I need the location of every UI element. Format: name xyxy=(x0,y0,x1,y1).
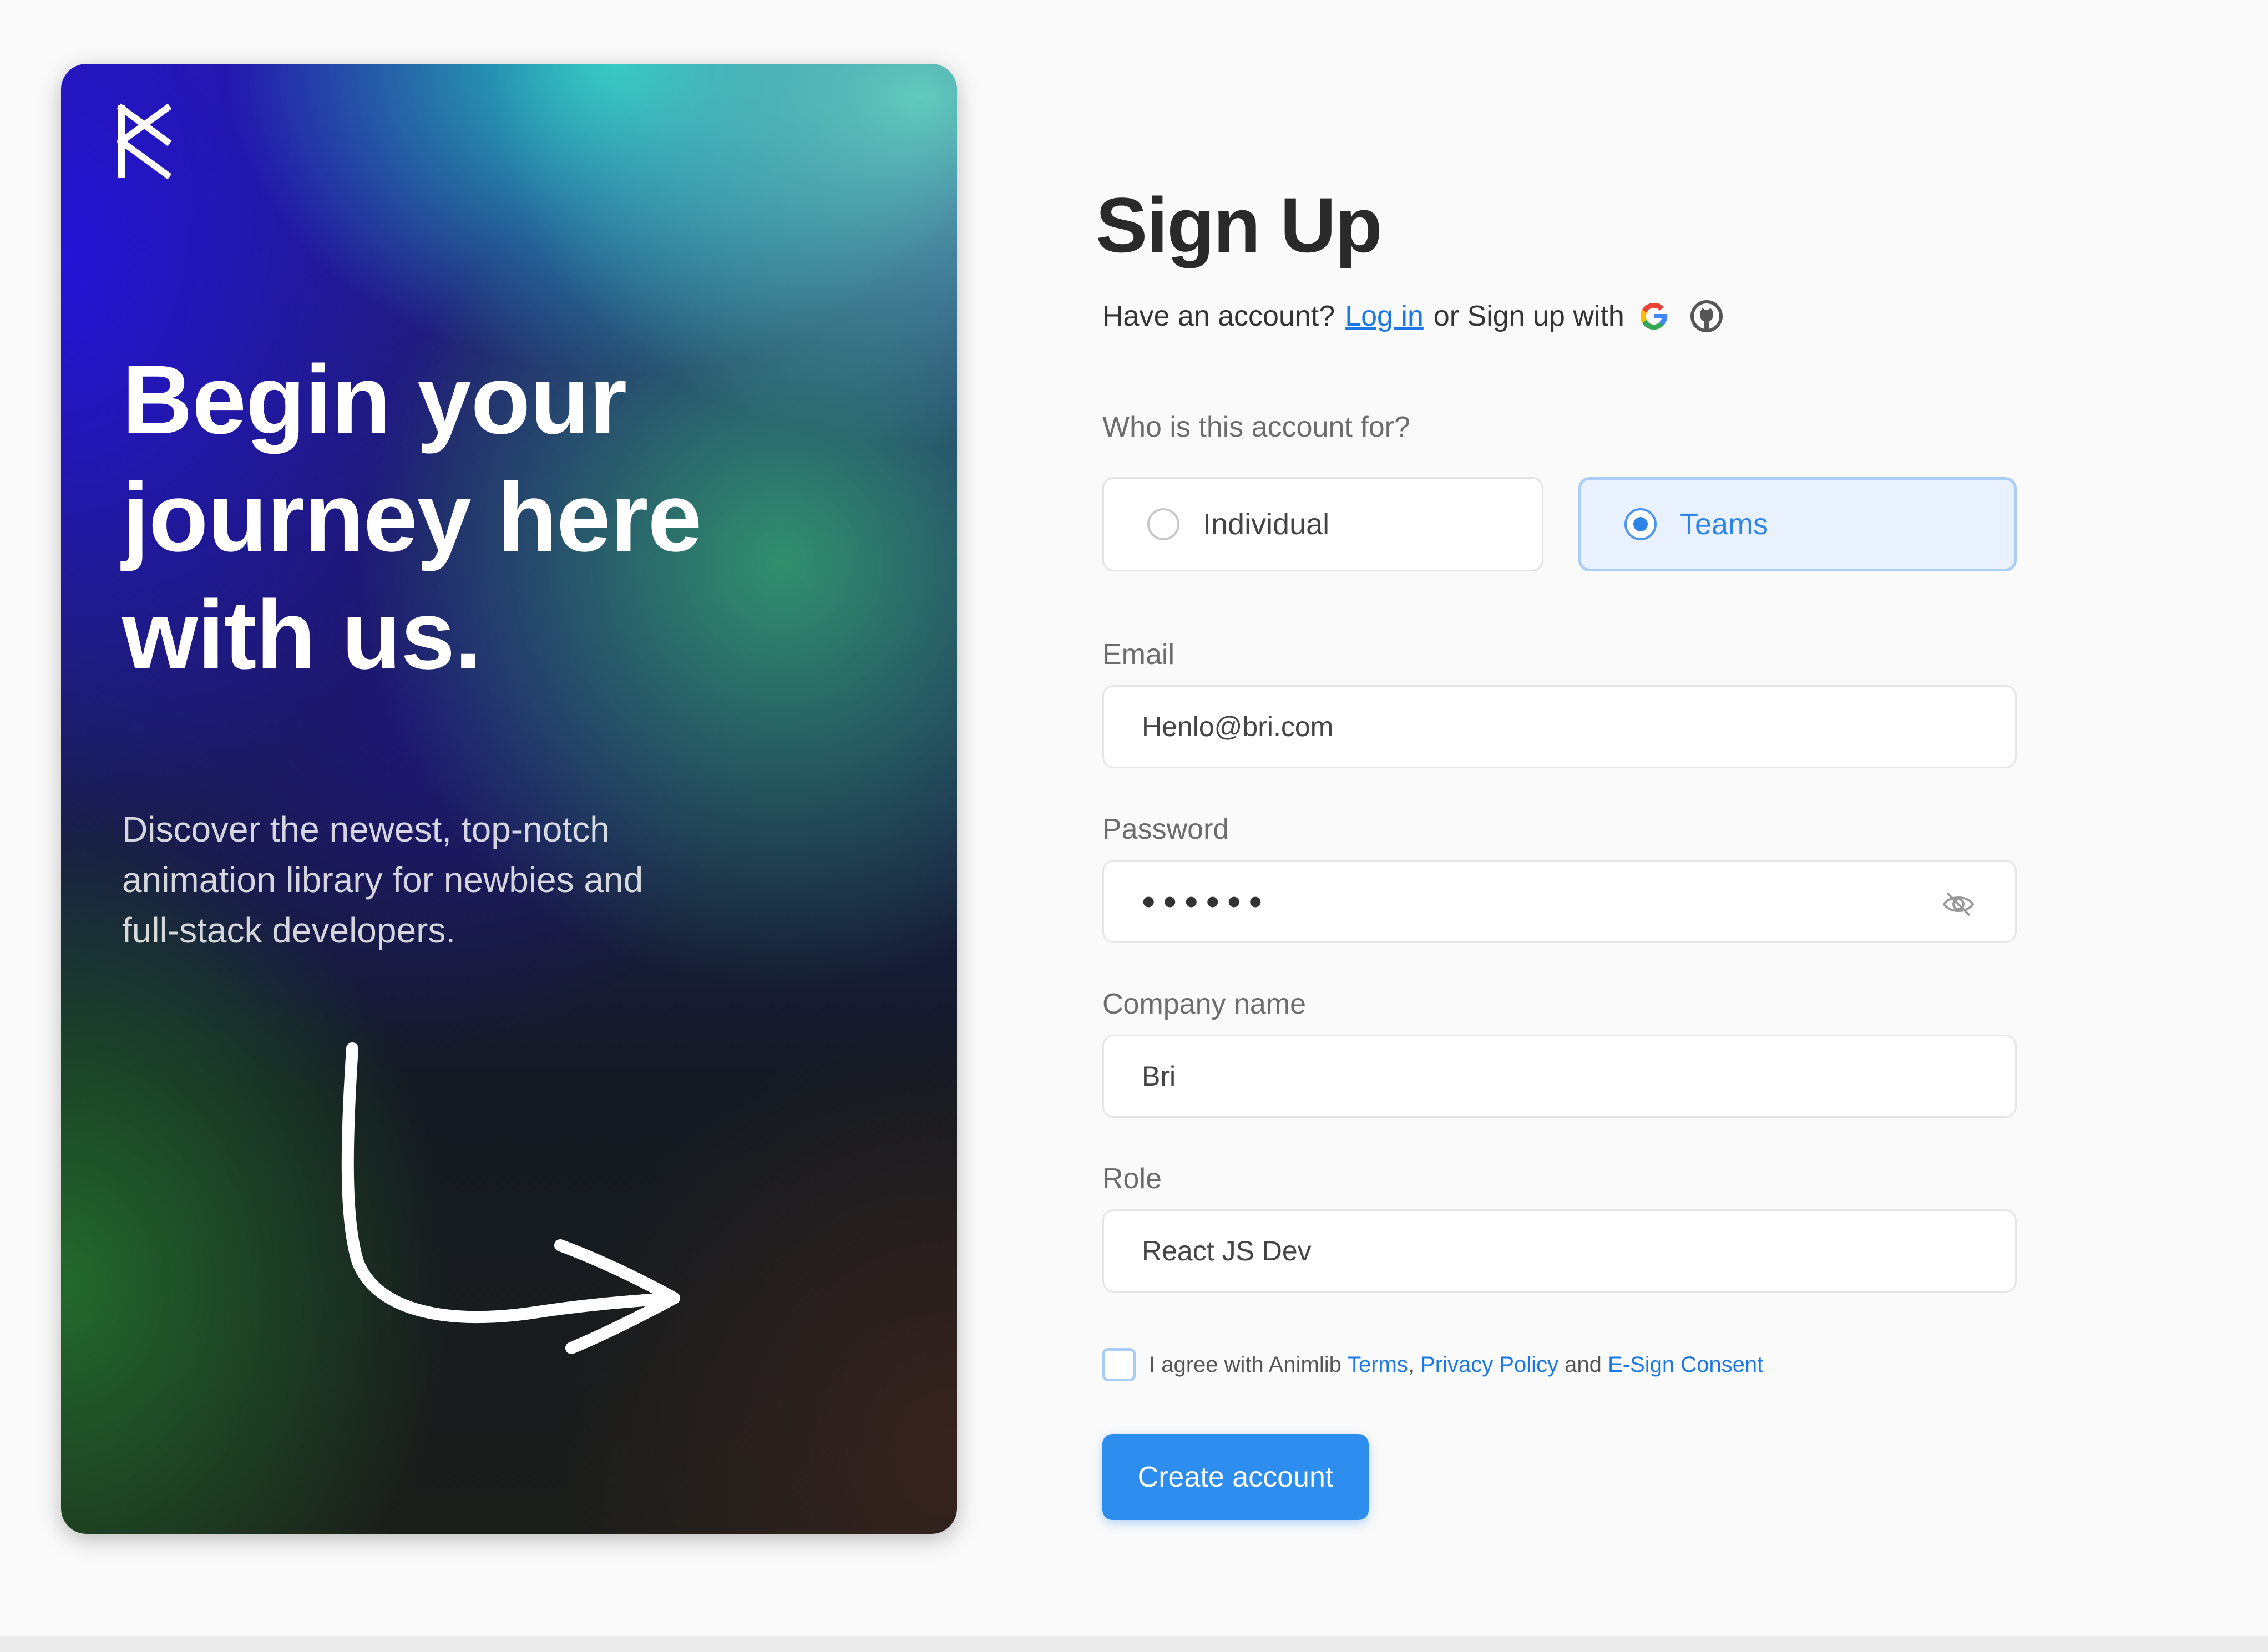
login-prompt: Have an account? Log in or Sign up with xyxy=(1102,294,1729,338)
company-name-value: Bri xyxy=(1142,1061,1176,1092)
role-value: React JS Dev xyxy=(1142,1235,1312,1266)
terms-link[interactable]: Terms xyxy=(1348,1352,1408,1377)
hero-headline: Begin your journey here with us. xyxy=(122,341,843,694)
agree-checkbox[interactable] xyxy=(1102,1348,1136,1381)
google-icon xyxy=(1640,302,1668,330)
teams-option-label: Teams xyxy=(1680,508,1769,541)
teams-radio[interactable] xyxy=(1624,508,1657,540)
company-name-label: Company name xyxy=(1102,988,1307,1020)
hero-description-line: animation library for newbies and xyxy=(122,860,644,900)
hero-headline-line: journey here xyxy=(122,463,702,572)
sign-up-page: Begin your journey here with us. Discove… xyxy=(0,0,2268,1636)
hero-description-line: Discover the newest, top-notch xyxy=(122,809,610,849)
hero-description-line: full-stack developers. xyxy=(122,910,456,950)
terms-agreement: I agree with Animlib Terms , Privacy Pol… xyxy=(1102,1348,1763,1381)
account-type-label: Who is this account for? xyxy=(1102,411,1410,443)
email-field[interactable]: Henlo@bri.com xyxy=(1102,685,2017,768)
brand-logo-icon xyxy=(117,103,172,180)
agree-text: I agree with Animlib xyxy=(1149,1352,1341,1377)
curved-arrow-icon xyxy=(341,1042,680,1354)
teams-option[interactable]: Teams xyxy=(1578,477,2017,571)
have-account-text: Have an account? xyxy=(1102,300,1335,332)
email-value: Henlo@bri.com xyxy=(1142,711,1334,742)
individual-option-label: Individual xyxy=(1203,508,1330,541)
hero-panel: Begin your journey here with us. Discove… xyxy=(61,64,957,1534)
password-field[interactable]: •••••• xyxy=(1102,860,2017,943)
show-password-icon[interactable] xyxy=(1941,886,1976,922)
login-link[interactable]: Log in xyxy=(1345,300,1424,333)
page-title: Sign Up xyxy=(1096,181,1383,268)
password-value: •••••• xyxy=(1142,880,1270,923)
github-icon xyxy=(1690,300,1723,332)
github-signup-button[interactable] xyxy=(1684,294,1729,338)
company-name-field[interactable]: Bri xyxy=(1102,1035,2017,1118)
create-account-button[interactable]: Create account xyxy=(1102,1434,1369,1520)
email-label: Email xyxy=(1102,638,1175,671)
password-label: Password xyxy=(1102,813,1229,845)
privacy-policy-link[interactable]: Privacy Policy xyxy=(1420,1352,1558,1377)
role-field[interactable]: React JS Dev xyxy=(1102,1209,2017,1293)
individual-option[interactable]: Individual xyxy=(1102,477,1543,571)
individual-radio[interactable] xyxy=(1147,508,1179,540)
role-label: Role xyxy=(1102,1163,1162,1195)
google-signup-button[interactable] xyxy=(1632,294,1677,338)
hero-headline-line: Begin your xyxy=(122,346,627,454)
agree-and-text: and xyxy=(1565,1352,1602,1377)
or-sign-up-text: or Sign up with xyxy=(1433,300,1624,332)
e-sign-consent-link[interactable]: E-Sign Consent xyxy=(1608,1352,1763,1377)
hero-description: Discover the newest, top-notch animation… xyxy=(122,804,777,956)
hero-headline-line: with us. xyxy=(122,581,482,690)
